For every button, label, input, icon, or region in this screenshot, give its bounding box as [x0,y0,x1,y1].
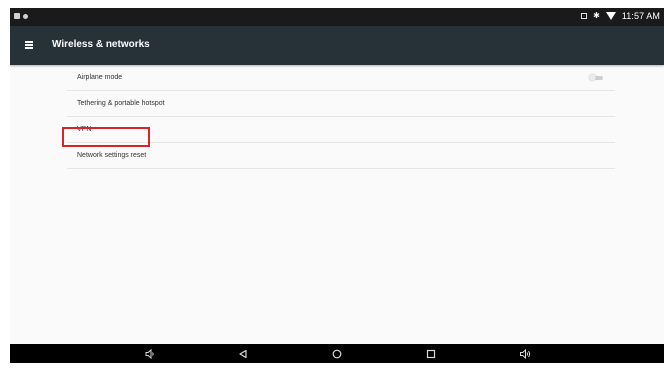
toggle-thumb [589,74,596,81]
volume-up-icon[interactable] [519,348,531,360]
vibrate-icon [581,13,588,19]
settings-list: Airplane mode Tethering & portable hotsp… [67,65,615,169]
setting-label: Tethering & portable hotspot [77,100,165,107]
airplane-mode-toggle[interactable] [589,74,603,81]
bluetooth-icon: ✱ [593,11,600,20]
setting-tethering-hotspot[interactable]: Tethering & portable hotspot [67,91,615,117]
home-icon[interactable] [331,348,343,360]
setting-airplane-mode[interactable]: Airplane mode [67,65,615,91]
setting-label: Airplane mode [77,74,123,81]
wifi-icon [605,12,616,20]
setting-label: VPN [77,126,92,133]
back-icon[interactable] [237,348,249,360]
notification-icon [23,14,28,19]
app-bar: Wireless & networks [10,26,664,65]
recents-icon[interactable] [425,348,437,360]
setting-vpn[interactable]: VPN [67,117,615,143]
status-indicators: ✱ 11:57 AM [581,11,660,21]
navigation-bar [10,344,664,363]
status-time: 11:57 AM [621,11,660,21]
notification-icon [14,13,20,19]
setting-label: Network settings reset [77,152,147,159]
menu-icon[interactable] [25,41,33,49]
page-title: Wireless & networks [52,39,150,50]
status-notifications [14,13,28,19]
volume-down-icon[interactable] [144,348,156,360]
setting-network-settings-reset[interactable]: Network settings reset [67,143,615,169]
status-bar: ✱ 11:57 AM [10,8,664,26]
android-screen: ✱ 11:57 AM Wireless & networks Airplane … [10,8,664,363]
